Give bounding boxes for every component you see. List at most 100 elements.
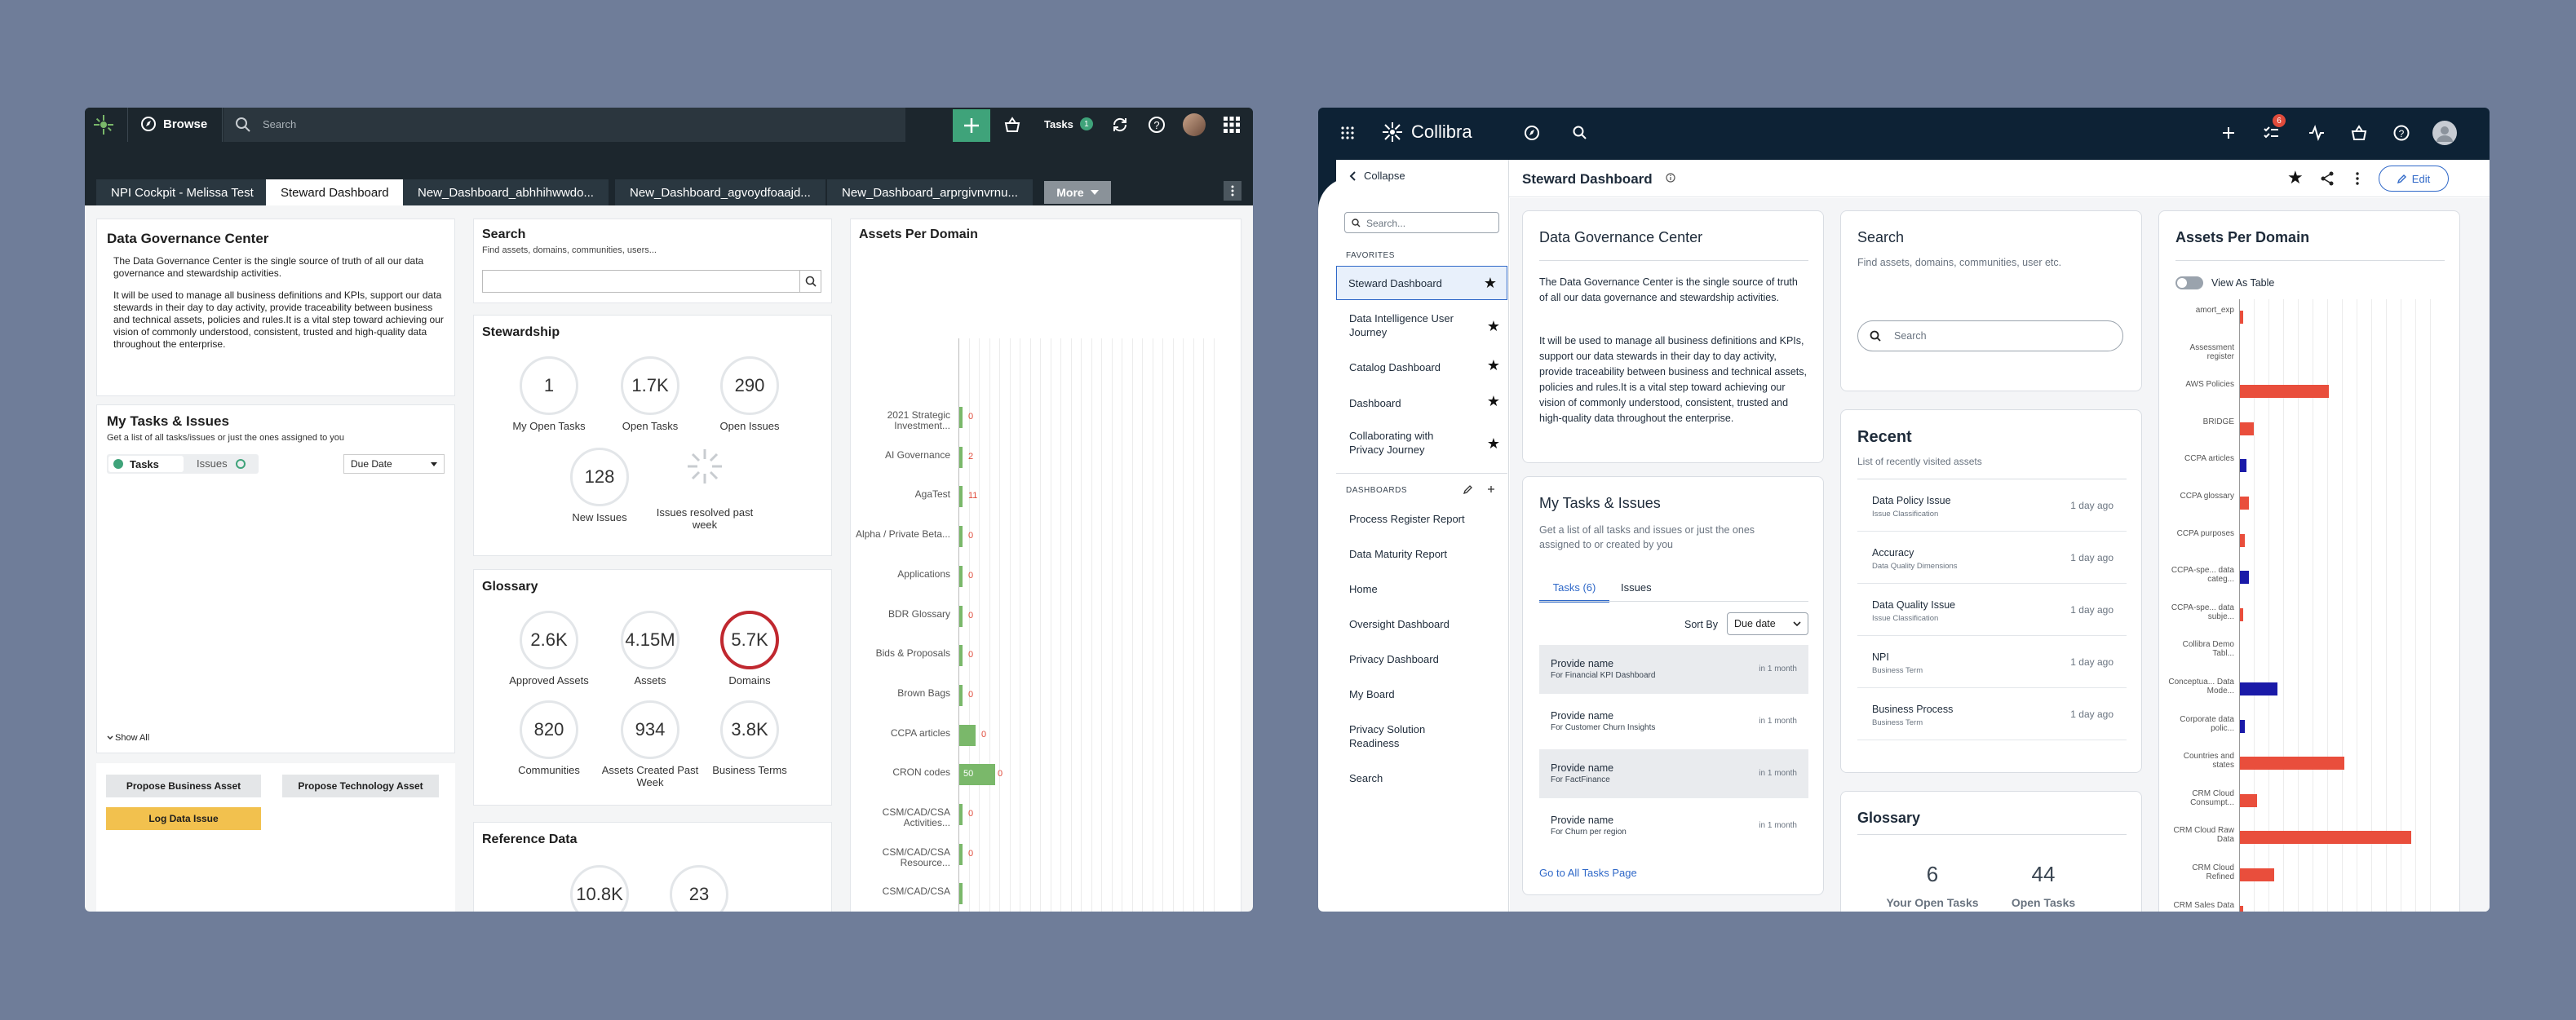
bar[interactable] <box>959 804 963 825</box>
collibra-logo[interactable]: Collibra <box>1382 121 1472 143</box>
sort-select[interactable]: Due Date <box>343 454 445 474</box>
share-icon[interactable] <box>2320 171 2335 186</box>
sidebar-item-catalog-dashboard[interactable]: Catalog Dashboard <box>1336 360 1507 374</box>
bar[interactable] <box>2240 571 2249 585</box>
compass-icon[interactable] <box>1524 125 1540 141</box>
sidebar-item-dashboard[interactable]: Dashboard <box>1336 396 1507 410</box>
assets-stat[interactable]: 4.15M <box>621 611 679 669</box>
avatar[interactable] <box>1183 113 1206 136</box>
bar[interactable] <box>2240 422 2254 435</box>
bar[interactable] <box>959 843 963 865</box>
help-icon[interactable]: ? <box>1148 116 1166 134</box>
tab-new-dashboard-2[interactable]: New_Dashboard_agvoydfoaajd... <box>615 179 825 205</box>
refresh-icon[interactable] <box>1111 116 1129 134</box>
basket-icon[interactable] <box>2351 125 2367 141</box>
bar[interactable] <box>959 446 963 468</box>
browse-button[interactable]: Browse <box>140 116 207 132</box>
search-icon[interactable] <box>1573 126 1587 140</box>
view-as-table-toggle[interactable] <box>2175 276 2203 289</box>
sidebar-item-oversight[interactable]: Oversight Dashboard <box>1336 617 1507 631</box>
sidebar-item-privacy[interactable]: Privacy Dashboard <box>1336 652 1507 666</box>
apps-grid-icon[interactable] <box>1341 126 1354 139</box>
star-icon[interactable]: ★ <box>1487 357 1500 374</box>
bar[interactable] <box>2240 459 2247 473</box>
tab-menu-icon[interactable] <box>1224 181 1242 201</box>
search-input[interactable]: Search <box>1857 320 2123 351</box>
info-icon[interactable] <box>1666 173 1675 183</box>
pencil-icon[interactable] <box>1463 484 1473 494</box>
add-button[interactable] <box>953 109 990 142</box>
recent-item[interactable]: Business Process Business Term 1 day ago <box>1857 689 2127 740</box>
bar[interactable] <box>959 486 963 508</box>
favorite-star-icon[interactable]: ★ <box>2287 167 2304 188</box>
star-icon[interactable]: ★ <box>1487 318 1500 335</box>
more-tabs-button[interactable]: More <box>1044 181 1111 204</box>
sidebar-item-steward-dashboard[interactable]: Steward Dashboard ★ <box>1336 266 1507 300</box>
sidebar-search-input[interactable]: Search... <box>1344 212 1499 233</box>
plus-icon[interactable] <box>1486 484 1496 494</box>
task-row[interactable]: Provide name For Churn per region in 1 mon… <box>1539 801 1808 850</box>
tab-npi-cockpit[interactable]: NPI Cockpit - Melissa Test <box>96 179 268 205</box>
propose-business-asset-button[interactable]: Propose Business Asset <box>106 775 261 797</box>
search-submit-button[interactable] <box>799 271 821 292</box>
bar[interactable] <box>2240 385 2330 399</box>
tab-new-dashboard-1[interactable]: New_Dashboard_abhhihwwdo... <box>403 179 609 205</box>
bar[interactable] <box>2240 905 2244 912</box>
open-issues-stat[interactable]: 290 <box>720 356 779 415</box>
recent-item[interactable]: NPI Business Term 1 day ago <box>1857 637 2127 688</box>
bar[interactable] <box>2240 607 2244 621</box>
edit-button[interactable]: Edit <box>2379 166 2449 192</box>
show-all-link[interactable]: Show All <box>107 733 149 743</box>
sidebar-item-home[interactable]: Home <box>1336 582 1507 596</box>
star-icon[interactable]: ★ <box>1484 275 1497 292</box>
search-field[interactable] <box>482 270 821 293</box>
bar[interactable] <box>2240 719 2246 733</box>
bar[interactable] <box>2240 831 2411 845</box>
tasks-toggle-tasks[interactable]: Tasks <box>108 456 184 472</box>
tasks-button[interactable]: Tasks 1 <box>1044 117 1093 130</box>
sidebar-item-data-maturity[interactable]: Data Maturity Report <box>1336 547 1507 561</box>
sidebar-item-search[interactable]: Search <box>1336 771 1507 785</box>
sidebar-item-data-intelligence[interactable]: Data Intelligence User Journey <box>1336 311 1458 339</box>
recent-item[interactable]: Data Policy Issue Issue Classification 1 d… <box>1857 480 2127 532</box>
approved-assets-stat[interactable]: 2.6K <box>520 611 578 669</box>
go-to-tasks-link[interactable]: Go to All Tasks Page <box>1539 867 1637 879</box>
sidebar-item-privacy-solution[interactable]: Privacy Solution Readiness <box>1336 722 1442 750</box>
bar[interactable] <box>2240 497 2249 510</box>
user-avatar-icon[interactable] <box>2432 121 2457 145</box>
bar[interactable] <box>2240 868 2274 881</box>
star-icon[interactable]: ★ <box>1487 393 1500 410</box>
bar[interactable] <box>2240 682 2278 695</box>
bar[interactable] <box>959 605 963 627</box>
open-tasks-stat[interactable]: 1.7K <box>621 356 679 415</box>
tab-issues[interactable]: Issues <box>1621 581 1652 594</box>
bar[interactable] <box>2240 793 2257 807</box>
collapse-button[interactable]: Collapse <box>1349 170 1405 182</box>
recent-item[interactable]: Data Quality Issue Issue Classification 1 … <box>1857 585 2127 636</box>
bar[interactable] <box>959 526 963 548</box>
plus-icon[interactable] <box>2222 126 2235 139</box>
tasks-icon[interactable] <box>2263 125 2279 141</box>
bar[interactable] <box>959 724 976 746</box>
tab-new-dashboard-3[interactable]: New_Dashboard_arprgivnvrnu... <box>827 179 1033 205</box>
tasks-toggle-issues[interactable]: Issues <box>197 457 246 470</box>
help-icon[interactable]: ? <box>2393 125 2410 141</box>
task-row[interactable]: Provide name For Customer Churn Insights i… <box>1539 697 1808 746</box>
business-terms-stat[interactable]: 3.8K <box>720 700 779 759</box>
sidebar-item-my-board[interactable]: My Board <box>1336 687 1507 701</box>
bar[interactable] <box>2240 533 2246 547</box>
basket-icon[interactable] <box>1003 117 1021 133</box>
propose-technology-asset-button[interactable]: Propose Technology Asset <box>282 775 439 797</box>
bar[interactable] <box>959 565 963 587</box>
domains-stat[interactable]: 5.7K <box>720 611 779 669</box>
bar[interactable] <box>959 407 963 428</box>
open-tasks-stat[interactable]: 44 <box>2011 862 2076 887</box>
activity-icon[interactable] <box>2308 125 2325 141</box>
my-open-tasks-stat[interactable]: 1 <box>520 356 578 415</box>
your-open-tasks-stat[interactable]: 6 <box>1900 862 1965 887</box>
bar[interactable] <box>959 645 963 667</box>
bar[interactable] <box>959 684 963 706</box>
reference-stat-2[interactable]: 23 <box>670 865 728 912</box>
communities-stat[interactable]: 820 <box>520 700 578 759</box>
collibra-logo-icon[interactable] <box>93 114 114 135</box>
